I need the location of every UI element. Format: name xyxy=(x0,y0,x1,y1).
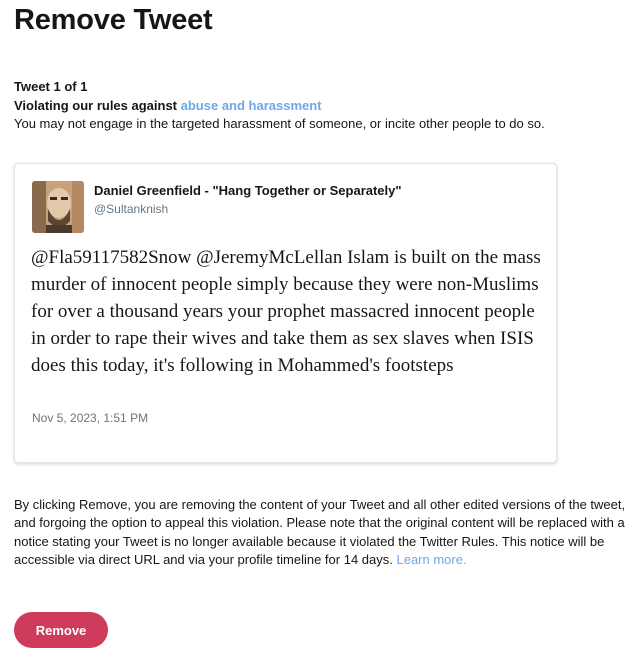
rule-link[interactable]: abuse and harassment xyxy=(181,98,322,113)
violation-description: You may not engage in the targeted haras… xyxy=(14,116,545,131)
author-handle[interactable]: @Sultanknish xyxy=(94,202,168,216)
author-avatar[interactable] xyxy=(32,181,84,233)
avatar-image xyxy=(32,181,84,233)
learn-more-link[interactable]: Learn more. xyxy=(396,552,466,567)
tweet-card: Daniel Greenfield - "Hang Together or Se… xyxy=(14,163,557,463)
violation-rule-line: Violating our rules against abuse and ha… xyxy=(14,98,322,113)
removal-notice: By clicking Remove, you are removing the… xyxy=(14,496,640,570)
violation-prefix: Violating our rules against xyxy=(14,98,181,113)
author-name[interactable]: Daniel Greenfield - "Hang Together or Se… xyxy=(94,183,402,198)
tweet-timestamp: Nov 5, 2023, 1:51 PM xyxy=(32,411,149,425)
remove-button[interactable]: Remove xyxy=(14,612,108,648)
tweet-count: Tweet 1 of 1 xyxy=(14,79,88,94)
page-title: Remove Tweet xyxy=(14,4,213,36)
notice-text: By clicking Remove, you are removing the… xyxy=(14,497,626,568)
tweet-text: @Fla59117582Snow @JeremyMcLellan Islam i… xyxy=(31,247,541,376)
